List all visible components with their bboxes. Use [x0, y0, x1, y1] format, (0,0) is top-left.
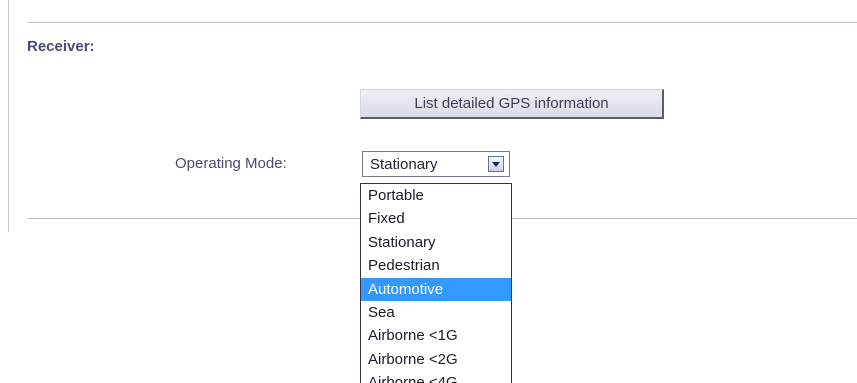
operating-mode-label: Operating Mode: — [175, 155, 287, 172]
list-gps-info-button[interactable]: List detailed GPS information — [360, 89, 664, 119]
dropdown-option[interactable]: Airborne <1G — [361, 324, 511, 347]
receiver-settings-page: Receiver: List detailed GPS information … — [0, 0, 857, 383]
chevron-down-icon[interactable] — [488, 156, 504, 172]
section-title: Receiver: — [27, 38, 95, 55]
operating-mode-dropdown[interactable]: Portable Fixed Stationary Pedestrian Aut… — [360, 183, 512, 383]
operating-mode-select[interactable]: Stationary — [362, 151, 510, 177]
dropdown-option[interactable]: Sea — [361, 301, 511, 324]
dropdown-option[interactable]: Stationary — [361, 231, 511, 254]
dropdown-option-highlighted[interactable]: Automotive — [361, 277, 511, 301]
top-divider — [27, 22, 857, 23]
left-border — [8, 0, 9, 232]
dropdown-option[interactable]: Airborne <2G — [361, 348, 511, 371]
operating-mode-selected-value: Stationary — [370, 156, 438, 173]
dropdown-option[interactable]: Fixed — [361, 207, 511, 230]
dropdown-option[interactable]: Portable — [361, 184, 511, 207]
dropdown-option[interactable]: Pedestrian — [361, 254, 511, 277]
dropdown-option[interactable]: Airborne <4G — [361, 371, 511, 383]
